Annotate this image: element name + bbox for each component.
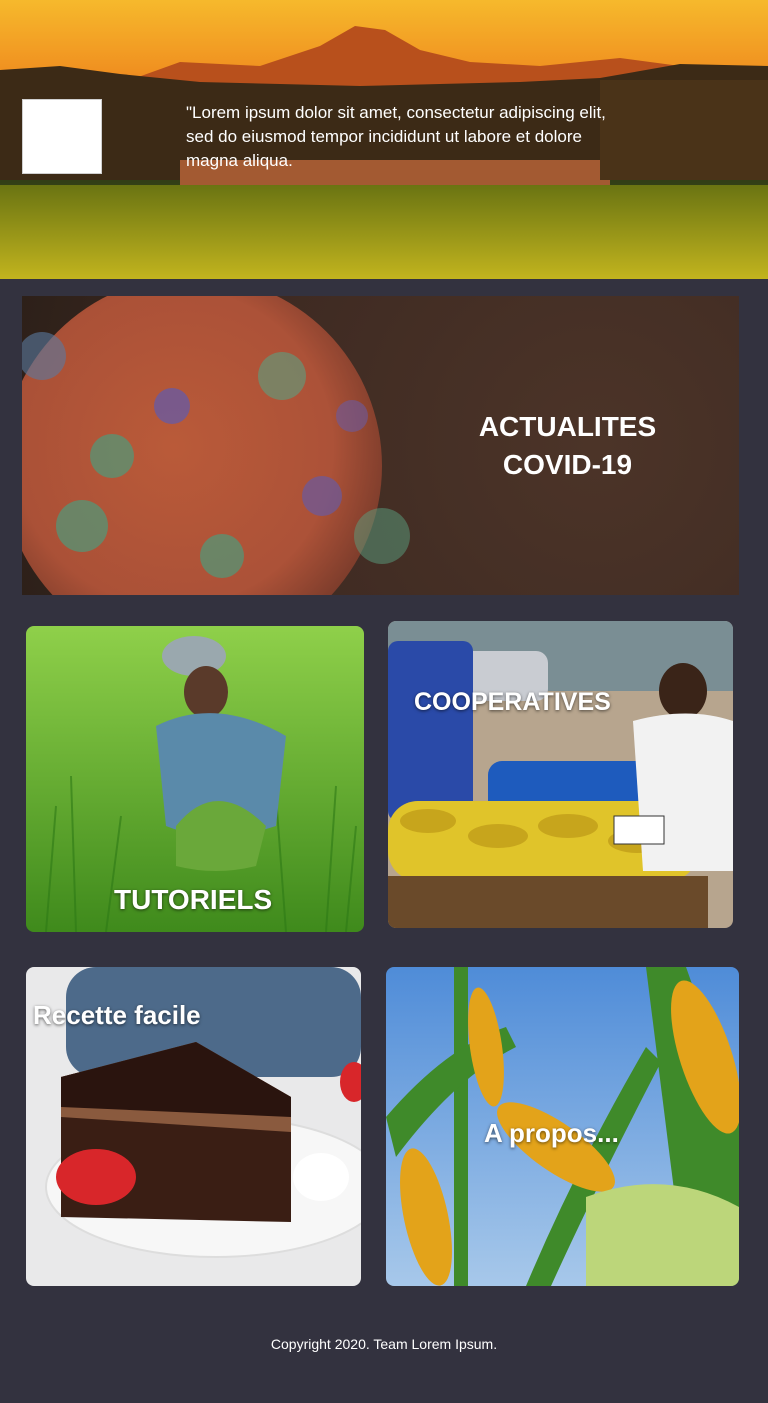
covid-title-line1: ACTUALITES bbox=[478, 411, 657, 442]
card-apropos[interactable]: A propos... bbox=[386, 967, 739, 1286]
hero-banner: "Lorem ipsum dolor sit amet, consectetur… bbox=[0, 0, 768, 279]
card-recette[interactable]: Recette facile bbox=[26, 967, 361, 1286]
card-title-apropos: A propos... bbox=[484, 1118, 619, 1148]
covid-title: ACTUALITES COVID-19 bbox=[440, 408, 695, 484]
logo-placeholder[interactable] bbox=[22, 99, 102, 174]
covid-news-banner[interactable]: ACTUALITES COVID-19 bbox=[22, 296, 739, 595]
banana-market-photo bbox=[388, 621, 733, 928]
card-title-cooperatives: COOPERATIVES bbox=[414, 688, 611, 716]
footer-copyright: Copyright 2020. Team Lorem Ipsum. bbox=[270, 1336, 498, 1352]
card-title-tutoriels: TUTORIELS bbox=[114, 884, 273, 915]
card-cooperatives[interactable]: COOPERATIVES bbox=[388, 621, 733, 928]
card-title-recette: Recette facile bbox=[33, 1000, 201, 1030]
card-tutoriels[interactable]: TUTORIELS bbox=[26, 626, 364, 932]
covid-title-line2: COVID-19 bbox=[502, 449, 633, 480]
hero-tagline: "Lorem ipsum dolor sit amet, consectetur… bbox=[186, 103, 606, 170]
